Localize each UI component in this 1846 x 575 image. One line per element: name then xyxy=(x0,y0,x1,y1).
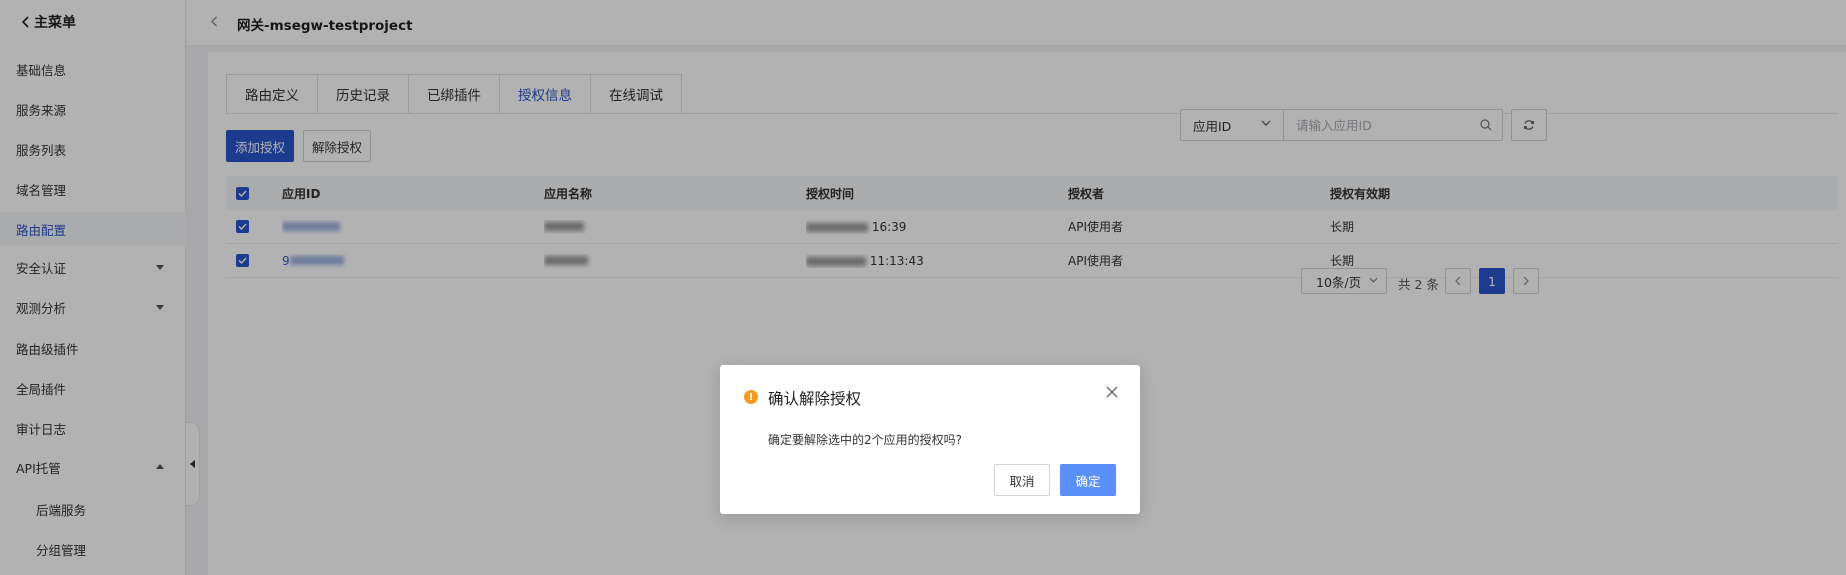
cancel-button[interactable]: 取消 xyxy=(994,464,1050,496)
confirm-button[interactable]: 确定 xyxy=(1060,464,1116,496)
close-icon[interactable] xyxy=(1106,386,1118,398)
dialog-message: 确定要解除选中的2个应用的授权吗? xyxy=(768,433,963,447)
dialog-title: 确认解除授权 xyxy=(768,390,862,408)
warning-icon: ! xyxy=(744,390,758,404)
confirm-dialog: ! 确认解除授权 确定要解除选中的2个应用的授权吗? 取消 确定 xyxy=(720,365,1140,514)
